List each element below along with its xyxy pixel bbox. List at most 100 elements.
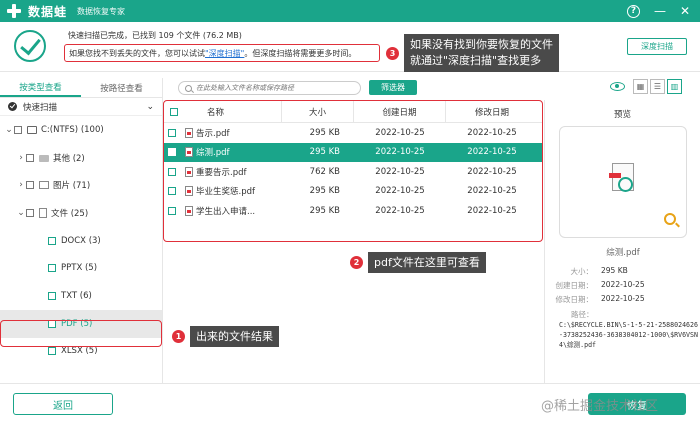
chevron-down-icon[interactable]: ⌄ [4,125,14,135]
annotation-3-line2: 就通过"深度扫描"查找更多 [410,54,542,67]
app-logo: 数据蛙 数据恢复专家 [6,3,125,20]
file-name: 学生出入申请... [196,206,256,217]
folder-icon [39,155,49,163]
minimize-icon[interactable]: — [654,4,666,18]
table-row[interactable]: 重要告示.pdf 762 KB 2022-10-25 2022-10-25 [164,162,542,182]
tree-item-label: XLSX (5) [61,346,98,357]
grid-view-icon[interactable]: ▦ [633,79,648,94]
pdf-file-icon [609,163,634,192]
check-icon [8,102,17,111]
chevron-down-icon[interactable]: ⌄ [16,208,26,218]
checkbox[interactable] [26,181,34,190]
cross-logo-icon [6,3,22,19]
checkbox[interactable] [168,128,176,137]
file-created: 2022-10-25 [375,205,425,216]
file-created: 2022-10-25 [375,166,425,177]
file-size: 295 KB [309,186,340,197]
chevron-right-icon[interactable]: › [16,153,26,163]
checkbox[interactable] [168,148,176,157]
table-row[interactable]: 综测.pdf 295 KB 2022-10-25 2022-10-25 [164,142,542,162]
tree-item-label: 文件 (25) [51,208,89,219]
list-view-icon[interactable]: ☰ [650,79,665,94]
annotation-1: 1 出来的文件结果 [172,326,279,347]
header-name[interactable]: 名称 [207,106,224,118]
pdf-icon [185,166,193,177]
pdf-icon [185,205,193,216]
file-name: 综测.pdf [196,148,230,159]
select-all-checkbox[interactable] [170,107,178,116]
search-icon [185,84,192,92]
filter-button[interactable]: 筛选器 [369,80,417,95]
tree-item-documents[interactable]: ⌄ 文件 (25) [0,199,162,227]
file-size: 295 KB [309,127,340,138]
tree-item-c-drive[interactable]: ⌄ C:(NTFS) (100) [0,116,162,144]
pdf-icon [185,186,193,197]
meta-size: 大小： 295 KB [570,266,628,276]
app-subtitle: 数据恢复专家 [77,6,126,16]
search-input[interactable] [196,84,356,92]
checkbox[interactable] [14,125,22,134]
header-modified[interactable]: 修改日期 [446,101,538,123]
file-name: 重要告示.pdf [196,167,247,178]
detail-view-icon[interactable]: ▥ [667,79,682,94]
tree-item-label: 其他 (2) [53,153,85,164]
search-box[interactable] [178,81,361,95]
file-created: 2022-10-25 [375,186,425,197]
file-created: 2022-10-25 [375,147,425,158]
file-modified: 2022-10-25 [467,147,517,158]
annotation-2-text: pdf文件在这里可查看 [368,252,486,273]
file-name: 告示.pdf [196,128,230,139]
close-icon[interactable]: ✕ [680,4,690,18]
tab-by-type[interactable]: 按类型查看 [0,78,81,97]
meta-path-label: 路径： [571,310,594,319]
checkbox[interactable] [168,167,176,176]
scan-mode-label: 快速扫描 [23,102,58,113]
tree-item-docx[interactable]: DOCX (3) [0,227,162,255]
tree-item-images[interactable]: › 图片 (71) [0,171,162,199]
header-created[interactable]: 创建日期 [354,100,446,123]
checkbox[interactable] [26,208,34,217]
checkbox[interactable] [26,153,34,162]
deep-scan-link[interactable]: "深度扫描" [205,48,244,59]
annotation-3: 3 如果没有找到你要恢复的文件 就通过"深度扫描"查找更多 [386,34,559,72]
table-row[interactable]: 学生出入申请... 295 KB 2022-10-25 2022-10-25 [164,201,542,221]
tree-item-other[interactable]: › 其他 (2) [0,144,162,172]
pdf-highlight-box [0,320,162,347]
scan-mode-select[interactable]: 快速扫描 ⌄ [0,98,162,116]
eye-icon[interactable] [610,82,625,91]
checkbox[interactable] [168,206,176,215]
back-button[interactable]: 返回 [13,393,113,415]
zoom-icon[interactable] [664,213,676,225]
file-name: 毕业生奖惩.pdf [196,187,255,198]
checkbox[interactable] [168,187,176,196]
title-bar: 数据蛙 数据恢复专家 ? — ✕ [0,0,700,22]
file-modified: 2022-10-25 [467,127,517,138]
file-modified: 2022-10-25 [467,186,517,197]
pdf-icon [185,127,193,138]
annotation-1-text: 出来的文件结果 [190,326,279,347]
checkbox[interactable] [48,347,56,356]
tree-item-pptx[interactable]: PPTX (5) [0,254,162,282]
tree-item-txt[interactable]: TXT (6) [0,282,162,310]
header-size[interactable]: 大小 [282,100,354,123]
table-header: 名称 大小 创建日期 修改日期 [164,100,542,123]
annotation-2: 2 pdf文件在这里可查看 [350,252,486,273]
chevron-down-icon[interactable]: ⌄ [146,102,154,112]
annotation-badge: 1 [172,330,185,343]
checkbox[interactable] [48,236,56,245]
preview-thumbnail [559,126,687,238]
checkbox[interactable] [48,291,56,300]
checkbox[interactable] [48,264,56,273]
help-icon[interactable]: ? [626,4,640,18]
tab-by-path[interactable]: 按路径查看 [81,78,162,97]
tree-item-label: DOCX (3) [61,235,101,246]
chevron-right-icon[interactable]: › [16,180,26,190]
preview-title: 预览 [613,110,631,120]
image-icon [39,181,49,190]
drive-icon [27,125,37,134]
table-row[interactable]: 毕业生奖惩.pdf 295 KB 2022-10-25 2022-10-25 [164,182,542,202]
deep-scan-button[interactable]: 深度扫描 [627,38,687,55]
table-row[interactable]: 告示.pdf 295 KB 2022-10-25 2022-10-25 [164,123,542,143]
file-size: 295 KB [309,147,340,158]
tree-item-label: PPTX (5) [61,263,98,274]
